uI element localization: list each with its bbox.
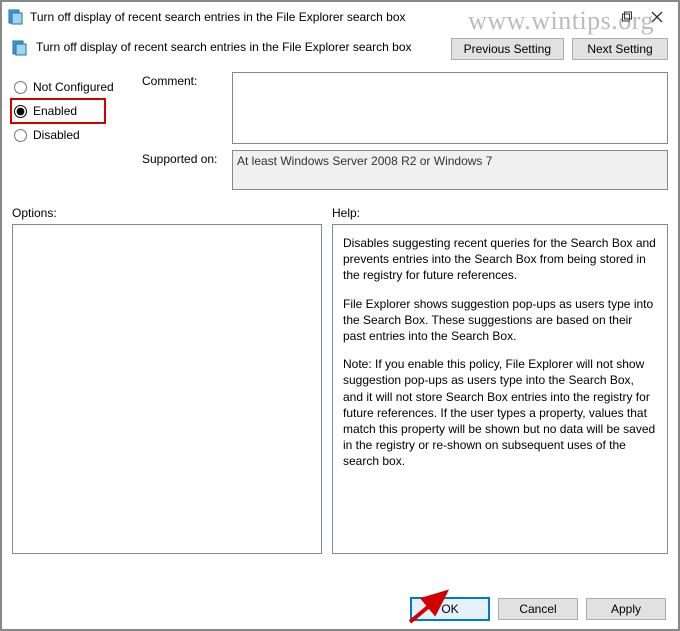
comment-label: Comment: — [142, 72, 232, 88]
options-label: Options: — [12, 206, 332, 220]
policy-icon — [12, 40, 28, 56]
state-radio-group: Not Configured Enabled Disabled — [12, 72, 142, 196]
previous-setting-button[interactable]: Previous Setting — [451, 38, 564, 60]
supported-row: Supported on: — [142, 150, 668, 190]
titlebar: Turn off display of recent search entrie… — [2, 2, 678, 32]
policy-icon — [8, 9, 24, 25]
maximize-icon[interactable] — [612, 6, 642, 28]
radio-disabled[interactable]: Disabled — [12, 122, 142, 148]
mid-labels: Options: Help: — [2, 196, 678, 224]
dialog-window: www.wintips.org Turn off display of rece… — [0, 0, 680, 631]
upper-section: Not Configured Enabled Disabled Comment:… — [2, 68, 678, 196]
cancel-button[interactable]: Cancel — [498, 598, 578, 620]
supported-label: Supported on: — [142, 150, 232, 166]
radio-disabled-label: Disabled — [33, 128, 80, 142]
policy-title: Turn off display of recent search entrie… — [36, 38, 441, 54]
next-setting-button[interactable]: Next Setting — [572, 38, 668, 60]
nav-buttons: Previous Setting Next Setting — [451, 38, 668, 60]
radio-not-configured-input[interactable] — [14, 81, 27, 94]
help-paragraph: Disables suggesting recent queries for t… — [343, 235, 657, 284]
close-icon[interactable] — [642, 6, 672, 28]
help-label: Help: — [332, 206, 668, 220]
radio-enabled[interactable]: Enabled — [10, 98, 106, 124]
comment-row: Comment: — [142, 72, 668, 144]
options-panel[interactable] — [12, 224, 322, 554]
help-paragraph: Note: If you enable this policy, File Ex… — [343, 356, 657, 469]
fields-column: Comment: Supported on: — [142, 72, 668, 196]
panels: Disables suggesting recent queries for t… — [2, 224, 678, 554]
supported-textarea — [232, 150, 668, 190]
ok-button[interactable]: OK — [410, 597, 490, 621]
comment-textarea[interactable] — [232, 72, 668, 144]
window-title: Turn off display of recent search entrie… — [30, 10, 612, 24]
radio-not-configured-label: Not Configured — [33, 80, 114, 94]
help-panel[interactable]: Disables suggesting recent queries for t… — [332, 224, 668, 554]
radio-disabled-input[interactable] — [14, 129, 27, 142]
radio-enabled-input[interactable] — [14, 105, 27, 118]
help-paragraph: File Explorer shows suggestion pop-ups a… — [343, 296, 657, 345]
subheader: Turn off display of recent search entrie… — [2, 32, 678, 68]
apply-button[interactable]: Apply — [586, 598, 666, 620]
radio-enabled-label: Enabled — [33, 104, 77, 118]
dialog-buttons: OK Cancel Apply — [410, 597, 666, 621]
radio-not-configured[interactable]: Not Configured — [12, 74, 142, 100]
